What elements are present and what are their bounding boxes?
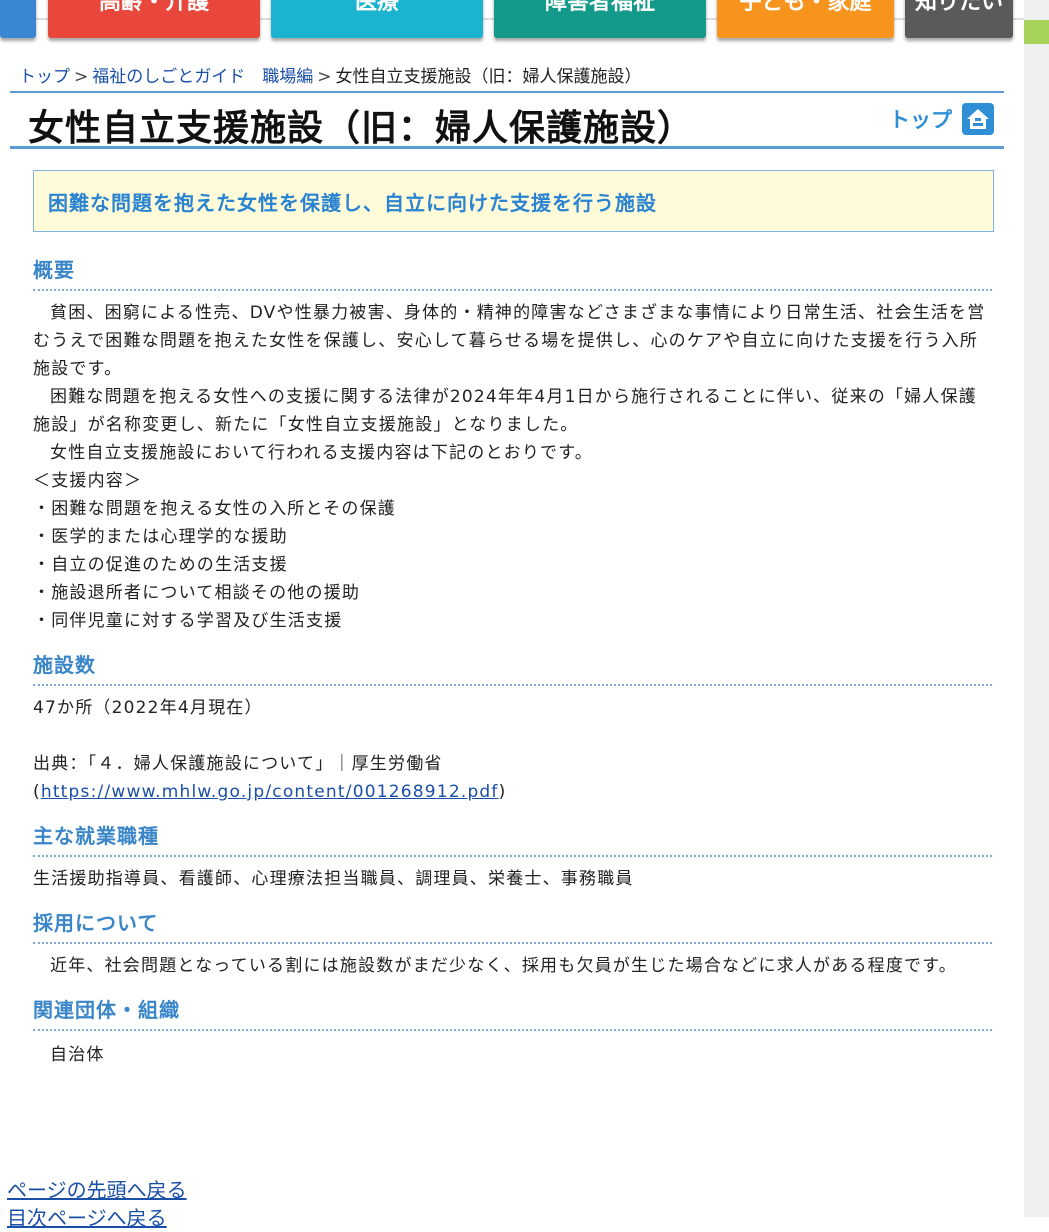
- section-heading: 施設数: [33, 649, 992, 686]
- overview-paragraph: 貧困、困窮による性売、DVや性暴力被害、身体的・精神的障害などさまざまな事情によ…: [33, 303, 986, 379]
- breadcrumb-separator: >: [74, 67, 89, 87]
- list-item: ・同伴児童に対する学習及び生活支援: [33, 611, 343, 631]
- side-accent: [1024, 20, 1049, 44]
- section-heading: 採用について: [33, 907, 992, 944]
- breadcrumb-separator: >: [317, 67, 332, 87]
- scrollbar-track[interactable]: [1024, 0, 1049, 1217]
- back-to-index-link[interactable]: 目次ページへ戻る: [7, 1204, 187, 1232]
- list-item: ・医学的または心理学的な援助: [33, 527, 288, 547]
- nav-tab-disability[interactable]: 障害者福祉: [494, 0, 706, 38]
- home-icon: [962, 103, 994, 135]
- list-item: ・施設退所者について相談その他の援助: [33, 583, 361, 603]
- facility-count: 47か所（2022年4月現在）: [33, 698, 263, 718]
- nav-tab-elderly[interactable]: 高齢・介護: [48, 0, 260, 38]
- breadcrumb: トップ > 福祉のしごとガイド 職場編 > 女性自立支援施設（旧：婦人保護施設）: [19, 62, 642, 87]
- nav-tab-0[interactable]: [0, 0, 36, 38]
- breadcrumb-top-link[interactable]: トップ: [19, 67, 70, 87]
- list-item: ・困難な問題を抱える女性の入所とその保護: [33, 499, 396, 519]
- lead-box: 困難な問題を抱えた女性を保護し、自立に向けた支援を行う施設: [33, 170, 994, 232]
- source-text: 出典：「４．婦人保護施設について」｜厚生労働省: [33, 754, 443, 774]
- section-overview: 概要 貧困、困窮による性売、DVや性暴力被害、身体的・精神的障害などさまざまな事…: [33, 254, 992, 635]
- list-item: ・自立の促進のための生活支援: [33, 555, 288, 575]
- section-orgs: 関連団体・組織 自治体: [33, 994, 992, 1069]
- main-content: 概要 貧困、困窮による性売、DVや性暴力被害、身体的・精神的障害などさまざまな事…: [33, 254, 992, 1083]
- section-heading: 関連団体・組織: [33, 994, 992, 1031]
- back-to-top-link[interactable]: ページの先頭へ戻る: [7, 1176, 187, 1204]
- overview-paragraph: 女性自立支援施設において行われる支援内容は下記のとおりです。: [50, 443, 593, 463]
- section-count: 施設数 47か所（2022年4月現在） 出典：「４．婦人保護施設について」｜厚生…: [33, 649, 992, 806]
- title-bar: 女性自立支援施設（旧：婦人保護施設） トップ: [10, 91, 1004, 149]
- jobs-text: 生活援助指導員、看護師、心理療法担当職員、調理員、栄養士、事務職員: [33, 869, 634, 889]
- nav-tab-know[interactable]: 知りたい: [905, 0, 1013, 38]
- support-list-title: ＜支援内容＞: [33, 471, 143, 491]
- top-link[interactable]: トップ: [889, 103, 994, 135]
- section-heading: 主な就業職種: [33, 820, 992, 857]
- nav-tab-children[interactable]: 子ども・家庭: [717, 0, 894, 38]
- paren-open: (: [33, 782, 41, 802]
- source-link-line: (https://www.mhlw.go.jp/content/00126891…: [33, 778, 992, 806]
- page-title: 女性自立支援施設（旧：婦人保護施設）: [28, 108, 695, 149]
- orgs-text: 自治体: [50, 1045, 105, 1065]
- overview-paragraph: 困難な問題を抱える女性への支援に関する法律が2024年年4月1日から施行されるこ…: [33, 387, 977, 435]
- source-link[interactable]: https://www.mhlw.go.jp/content/001268912…: [41, 782, 499, 802]
- breadcrumb-current: 女性自立支援施設（旧：婦人保護施設）: [335, 67, 642, 87]
- bottom-links: ページの先頭へ戻る 目次ページへ戻る: [7, 1176, 187, 1232]
- top-link-label: トップ: [889, 108, 952, 132]
- section-hiring: 採用について 近年、社会問題となっている割には施設数がまだ少なく、採用も欠員が生…: [33, 907, 992, 980]
- section-heading: 概要: [33, 254, 992, 291]
- top-nav: 高齢・介護 医療 障害者福祉 子ども・家庭 知りたい: [0, 0, 1024, 44]
- paren-close: ): [498, 782, 507, 802]
- section-jobs: 主な就業職種 生活援助指導員、看護師、心理療法担当職員、調理員、栄養士、事務職員: [33, 820, 992, 893]
- breadcrumb-guide-link[interactable]: 福祉のしごとガイド 職場編: [92, 67, 313, 87]
- hiring-text: 近年、社会問題となっている割には施設数がまだ少なく、採用も欠員が生じた場合などに…: [50, 956, 957, 976]
- nav-tab-medical[interactable]: 医療: [271, 0, 483, 38]
